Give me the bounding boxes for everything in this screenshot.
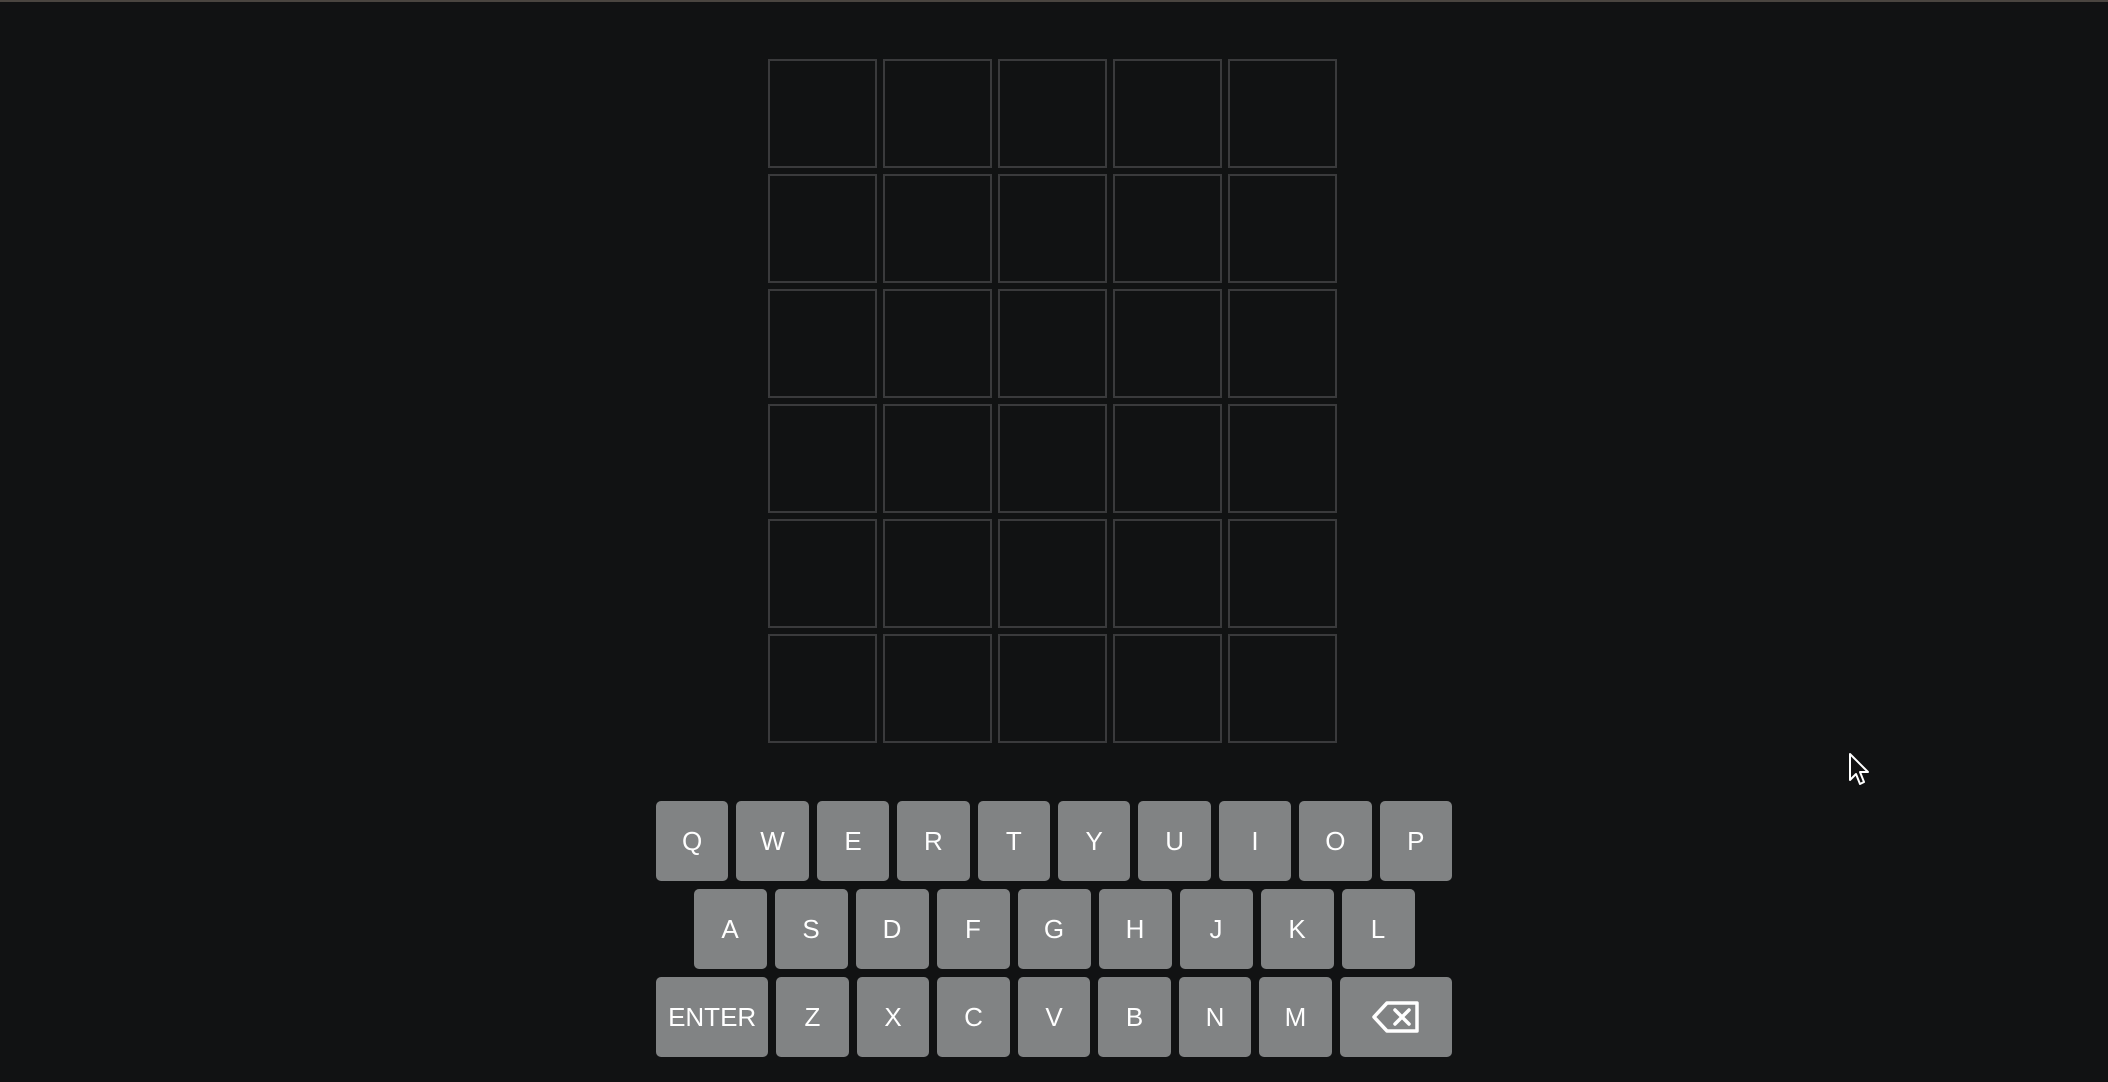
key-o[interactable]: O bbox=[1299, 801, 1372, 881]
key-i[interactable]: I bbox=[1218, 801, 1292, 881]
board-tile bbox=[768, 519, 877, 628]
key-q[interactable]: Q bbox=[655, 801, 729, 881]
board-tile bbox=[998, 289, 1107, 398]
key-h[interactable]: H bbox=[1098, 889, 1172, 969]
keyboard-row-1: QWERTYUIOP bbox=[655, 801, 1453, 881]
board-tile bbox=[883, 59, 992, 168]
board-tile bbox=[768, 634, 877, 743]
key-n[interactable]: N bbox=[1178, 977, 1252, 1057]
key-l[interactable]: L bbox=[1341, 889, 1415, 969]
board-tile bbox=[998, 519, 1107, 628]
board-tile bbox=[1113, 59, 1222, 168]
board-tile bbox=[1228, 174, 1337, 283]
game-board bbox=[768, 59, 1337, 743]
key-e[interactable]: E bbox=[816, 801, 890, 881]
key-r[interactable]: R bbox=[897, 801, 970, 881]
keyboard-row-2: ASDFGHJKL bbox=[656, 889, 1452, 969]
board-tile bbox=[1228, 634, 1337, 743]
key-c[interactable]: C bbox=[937, 977, 1010, 1057]
key-enter[interactable]: ENTER bbox=[656, 977, 769, 1057]
key-s[interactable]: S bbox=[774, 889, 848, 969]
key-j[interactable]: J bbox=[1179, 889, 1253, 969]
board-tile bbox=[1228, 404, 1337, 513]
board-tile bbox=[768, 289, 877, 398]
window-top-edge bbox=[0, 0, 2108, 2]
board-tile bbox=[1228, 59, 1337, 168]
key-u[interactable]: U bbox=[1138, 801, 1211, 881]
key-y[interactable]: Y bbox=[1058, 801, 1131, 881]
key-p[interactable]: P bbox=[1379, 801, 1453, 881]
key-x[interactable]: X bbox=[856, 977, 930, 1057]
board-tile bbox=[883, 404, 992, 513]
board-tile bbox=[998, 634, 1107, 743]
key-z[interactable]: Z bbox=[776, 977, 849, 1057]
board-tile bbox=[1113, 519, 1222, 628]
board-tile bbox=[998, 404, 1107, 513]
board-tile bbox=[883, 289, 992, 398]
on-screen-keyboard: QWERTYUIOP ASDFGHJKL ENTER Z X C V B N M bbox=[655, 801, 1453, 1065]
board-tile bbox=[883, 174, 992, 283]
keyboard-row-3: ENTER Z X C V B N M bbox=[656, 977, 1452, 1057]
key-b[interactable]: B bbox=[1098, 977, 1171, 1057]
key-d[interactable]: D bbox=[855, 889, 929, 969]
board-tile bbox=[1113, 289, 1222, 398]
board-tile bbox=[1228, 289, 1337, 398]
key-k[interactable]: K bbox=[1260, 889, 1334, 969]
board-tile bbox=[998, 59, 1107, 168]
key-m[interactable]: M bbox=[1259, 977, 1332, 1057]
key-g[interactable]: G bbox=[1017, 889, 1091, 969]
board-tile bbox=[1113, 174, 1222, 283]
board-tile bbox=[883, 634, 992, 743]
mouse-cursor-icon bbox=[1849, 753, 1869, 785]
backspace-key[interactable] bbox=[1339, 977, 1452, 1057]
board-tile bbox=[768, 174, 877, 283]
key-w[interactable]: W bbox=[736, 801, 809, 881]
key-t[interactable]: T bbox=[977, 801, 1050, 881]
board-tile bbox=[768, 404, 877, 513]
key-a[interactable]: A bbox=[693, 889, 767, 969]
board-tile bbox=[1228, 519, 1337, 628]
key-v[interactable]: V bbox=[1017, 977, 1091, 1057]
board-tile bbox=[1113, 404, 1222, 513]
board-tile bbox=[883, 519, 992, 628]
board-tile bbox=[768, 59, 877, 168]
key-f[interactable]: F bbox=[936, 889, 1010, 969]
backspace-icon bbox=[1372, 1001, 1419, 1033]
board-tile bbox=[998, 174, 1107, 283]
board-tile bbox=[1113, 634, 1222, 743]
